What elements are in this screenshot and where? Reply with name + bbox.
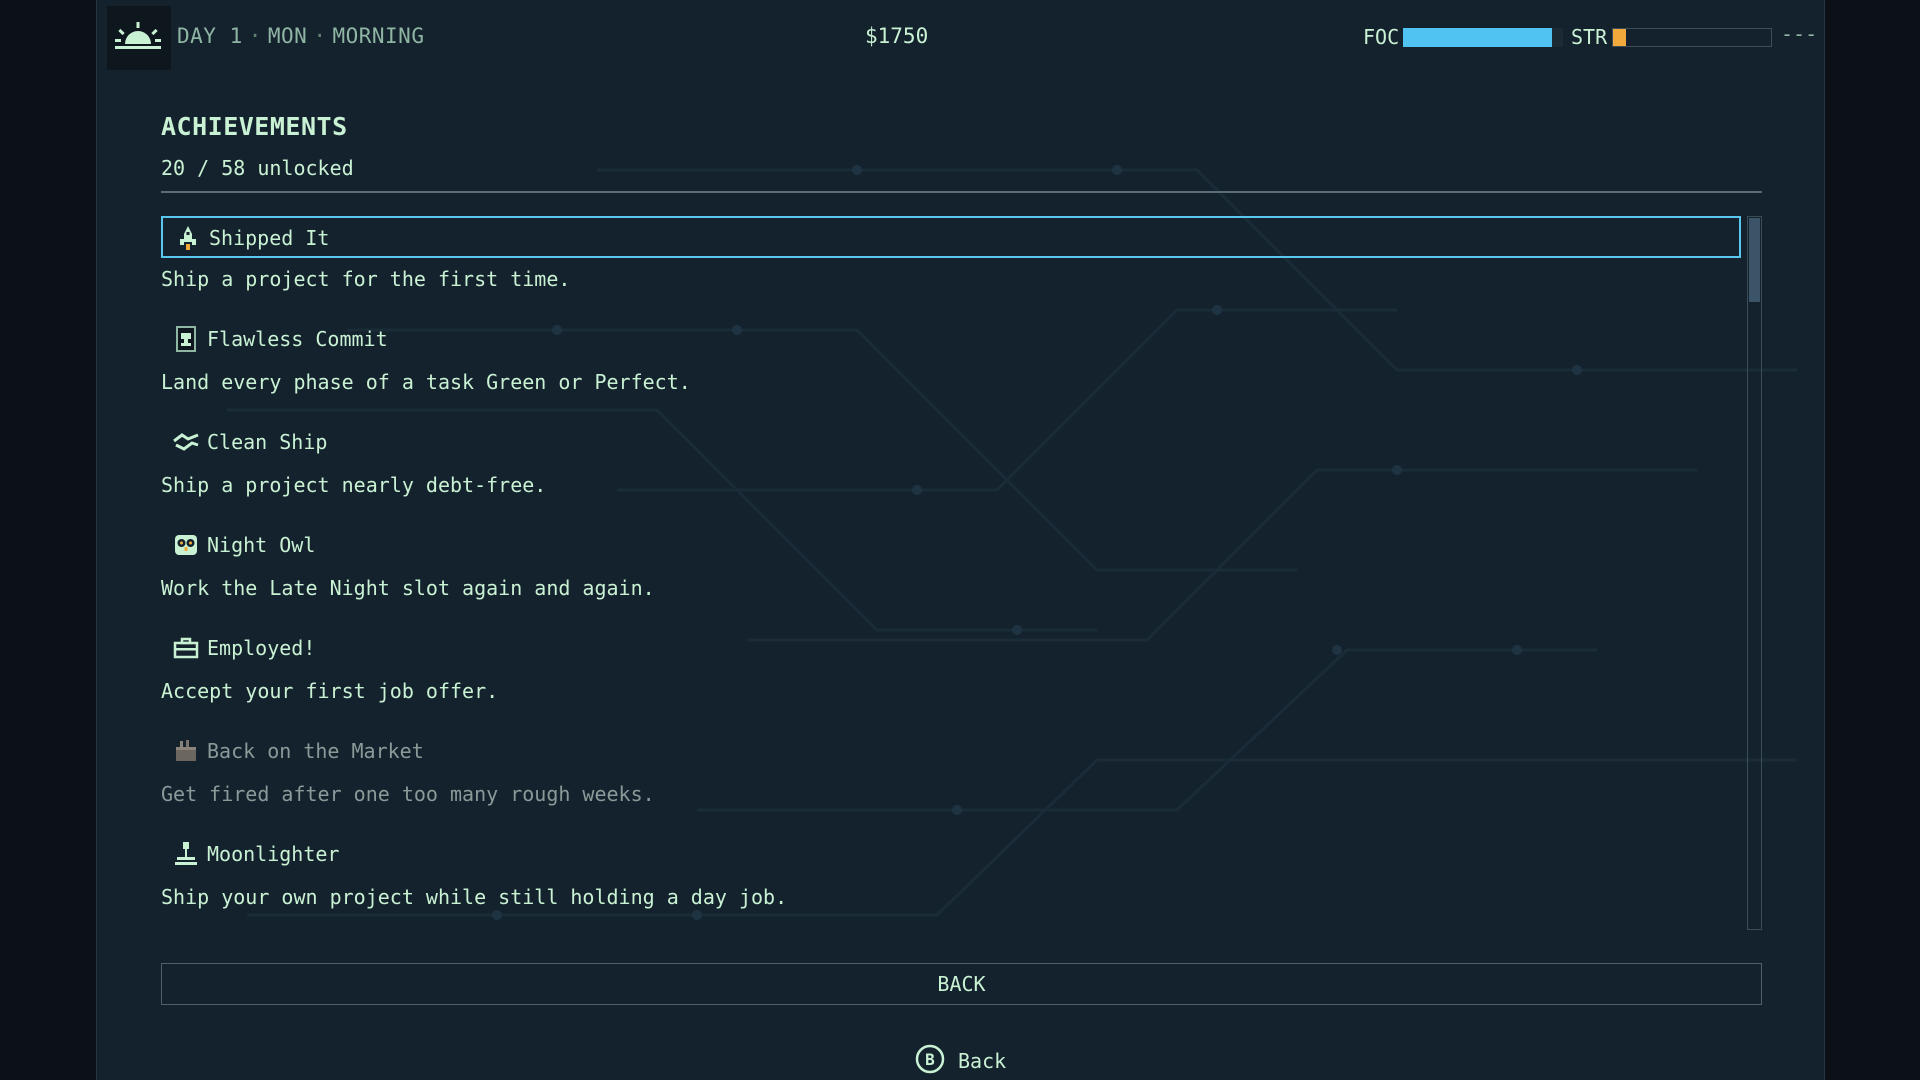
achievement-title-row: Clean Ship xyxy=(161,422,1741,464)
back-hint-label: Back xyxy=(958,1049,1007,1073)
achievement-name: Flawless Commit xyxy=(207,327,388,351)
box-icon xyxy=(176,740,196,761)
time-of-day-label: MORNING xyxy=(332,24,425,48)
achievement-item[interactable]: Shipped It Ship a project for the first … xyxy=(161,216,1748,319)
achievement-title-row: Flawless Commit xyxy=(161,319,1741,361)
weekday-label: MON xyxy=(267,24,308,48)
briefcase-icon xyxy=(173,637,199,659)
page-title: ACHIEVEMENTS xyxy=(161,112,348,141)
achievement-item[interactable]: Moonlighter Ship your own project while … xyxy=(161,834,1748,928)
achievement-name: Shipped It xyxy=(209,226,330,250)
status-placeholder: --- xyxy=(1781,22,1818,46)
achievement-title-row: Moonlighter xyxy=(161,834,1741,876)
achievement-name: Night Owl xyxy=(207,533,316,557)
achievement-name: Clean Ship xyxy=(207,430,328,454)
achievement-item[interactable]: Back on the Market Get fired after one t… xyxy=(161,731,1748,834)
hint-button-glyph: B xyxy=(925,1050,935,1069)
focus-label: FOC xyxy=(1363,25,1400,49)
time-of-day-indicator xyxy=(107,6,171,70)
achievement-item[interactable]: Employed! Accept your first job offer. xyxy=(161,628,1748,731)
owl-icon xyxy=(175,535,197,555)
stress-meter xyxy=(1612,28,1772,47)
achievement-description: Accept your first job offer. xyxy=(161,679,499,703)
b-button-icon: B xyxy=(915,1044,945,1074)
list-scrollbar[interactable] xyxy=(1747,216,1762,930)
stress-label: STR xyxy=(1571,25,1608,49)
achievement-item[interactable]: Night Owl Work the Late Night slot again… xyxy=(161,525,1748,628)
unlock-progress: 20 / 58 unlocked xyxy=(161,156,354,180)
sunrise-icon xyxy=(115,22,161,49)
stress-meter-fill xyxy=(1613,29,1626,46)
separator: · xyxy=(248,24,262,48)
day-label: DAY 1 xyxy=(177,24,243,48)
rocket-icon xyxy=(180,226,196,250)
achievement-title-row: Night Owl xyxy=(161,525,1741,567)
achievement-description: Ship your own project while still holdin… xyxy=(161,885,788,909)
date-readout: DAY 1 · MON · MORNING xyxy=(177,24,424,48)
achievement-description: Ship a project for the first time. xyxy=(161,267,571,291)
focus-meter xyxy=(1403,28,1563,47)
game-frame: DAY 1 · MON · MORNING $1750 FOC STR --- ACHI… xyxy=(96,0,1825,1080)
achievement-title-row: Shipped It xyxy=(161,216,1741,258)
divider xyxy=(161,191,1762,193)
achievement-description: Work the Late Night slot again and again… xyxy=(161,576,655,600)
separator: · xyxy=(313,24,327,48)
achievement-name: Back on the Market xyxy=(207,739,424,763)
trophy-card-icon xyxy=(176,326,196,352)
achievement-list: Shipped It Ship a project for the first … xyxy=(161,216,1748,928)
back-button[interactable]: BACK xyxy=(161,963,1762,1005)
achievement-name: Moonlighter xyxy=(207,842,340,866)
achievement-description: Land every phase of a task Green or Perf… xyxy=(161,370,691,394)
achievement-title-row: Employed! xyxy=(161,628,1741,670)
achievement-title-row: Back on the Market xyxy=(161,731,1741,773)
achievement-item[interactable]: Clean Ship Ship a project nearly debt-fr… xyxy=(161,422,1748,525)
achievement-item[interactable]: Flawless Commit Land every phase of a ta… xyxy=(161,319,1748,422)
achievement-description: Ship a project nearly debt-free. xyxy=(161,473,547,497)
handshake-icon xyxy=(173,433,199,451)
achievement-name: Employed! xyxy=(207,636,316,660)
scrollbar-thumb[interactable] xyxy=(1749,218,1760,302)
achievement-description: Get fired after one too many rough weeks… xyxy=(161,782,655,806)
hud-bar: DAY 1 · MON · MORNING $1750 FOC STR --- xyxy=(97,0,1824,72)
desk-lamp-icon xyxy=(175,842,197,865)
focus-meter-fill xyxy=(1403,28,1552,47)
money-readout: $1750 xyxy=(865,24,929,48)
